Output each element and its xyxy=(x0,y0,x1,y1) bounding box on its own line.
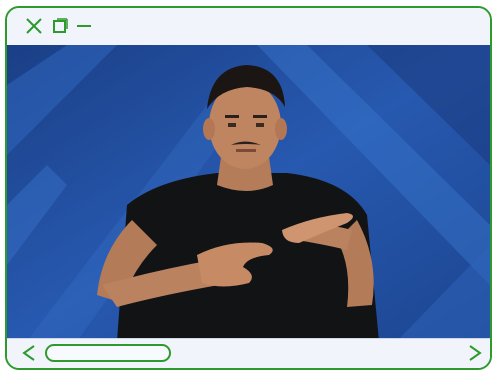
video-image xyxy=(7,45,490,341)
chevron-left-icon[interactable] xyxy=(19,342,39,364)
scroll-thumb[interactable] xyxy=(45,344,171,362)
scroll-bar xyxy=(7,338,490,368)
chevron-right-icon[interactable] xyxy=(465,342,485,364)
maximize-icon[interactable] xyxy=(51,17,69,35)
title-bar xyxy=(7,8,490,45)
video-frame[interactable] xyxy=(7,45,490,341)
app-window xyxy=(5,6,492,370)
minimize-icon[interactable] xyxy=(75,17,93,35)
close-icon[interactable] xyxy=(25,17,43,35)
